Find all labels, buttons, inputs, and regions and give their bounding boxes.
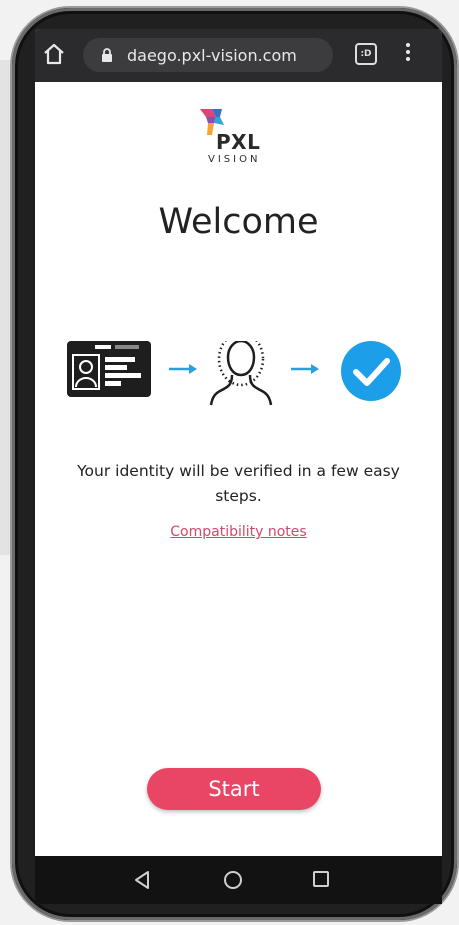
home-icon[interactable] [41,41,67,67]
id-card-icon [67,341,151,397]
url-text: daego.pxl-vision.com [127,46,297,65]
logo-sub: VISION [208,154,261,165]
face-scan-icon [209,341,273,406]
home-nav-icon[interactable] [224,871,242,889]
logo-name: PXL [216,130,261,154]
browser-toolbar: daego.pxl-vision.com :D [35,29,442,82]
address-bar[interactable]: daego.pxl-vision.com [83,38,333,72]
check-circle-icon [341,341,401,401]
start-button[interactable]: Start [147,768,321,810]
menu-icon[interactable] [403,40,413,70]
description-text: Your identity will be verified in a few … [77,462,400,505]
screen: daego.pxl-vision.com :D PXL VISION Welco… [35,29,442,883]
back-icon[interactable] [133,870,151,890]
arrow-icon [291,364,319,374]
android-nav-bar [35,856,442,904]
compatibility-notes-link[interactable]: Compatibility notes [35,524,442,540]
recents-icon[interactable] [313,871,329,887]
page-title: Welcome [158,202,319,242]
arrow-icon [169,364,197,374]
lock-icon [102,48,112,62]
verification-steps [67,341,401,406]
pxl-vision-logo: PXL VISION [198,109,278,171]
tab-switcher-button[interactable]: :D [355,43,377,65]
